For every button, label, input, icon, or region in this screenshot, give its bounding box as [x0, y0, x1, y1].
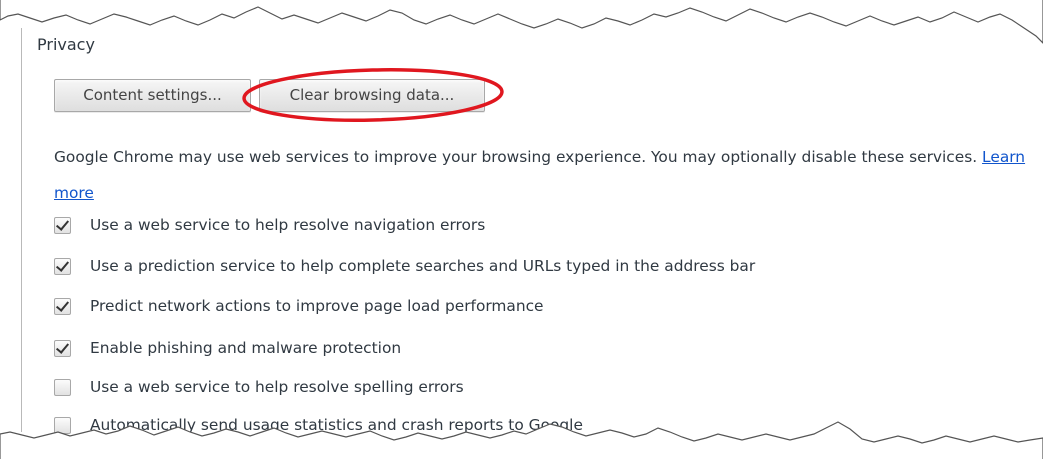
checkbox-prediction-service[interactable]: [54, 257, 71, 275]
option-label: Use a web service to help resolve spelli…: [90, 378, 464, 396]
torn-edge-top: [0, 0, 1043, 44]
option-prediction-service[interactable]: Use a prediction service to help complet…: [54, 255, 755, 277]
option-label: Enable phishing and malware protection: [90, 339, 402, 357]
screenshot-canvas: Privacy Content settings... Clear browsi…: [0, 0, 1043, 459]
option-usage-statistics[interactable]: Automatically send usage statistics and …: [54, 414, 583, 436]
option-navigation-errors[interactable]: Use a web service to help resolve naviga…: [54, 214, 485, 236]
option-predict-network-actions[interactable]: Predict network actions to improve page …: [54, 295, 544, 317]
option-label: Predict network actions to improve page …: [90, 297, 544, 315]
content-settings-button[interactable]: Content settings...: [54, 79, 251, 112]
option-label: Use a web service to help resolve naviga…: [90, 216, 486, 234]
checkbox-usage-statistics[interactable]: [54, 416, 71, 434]
checkbox-navigation-errors[interactable]: [54, 216, 71, 234]
option-phishing-protection[interactable]: Enable phishing and malware protection: [54, 337, 401, 359]
privacy-description-text: Google Chrome may use web services to im…: [54, 148, 978, 166]
option-label: Automatically send usage statistics and …: [90, 416, 583, 434]
option-label: Use a prediction service to help complet…: [90, 257, 756, 275]
clear-browsing-data-button[interactable]: Clear browsing data...: [259, 79, 485, 112]
privacy-description: Google Chrome may use web services to im…: [54, 139, 1039, 211]
checkbox-phishing-protection[interactable]: [54, 339, 71, 357]
checkbox-predict-network-actions[interactable]: [54, 297, 71, 315]
section-left-border: [21, 28, 22, 432]
option-spelling-errors[interactable]: Use a web service to help resolve spelli…: [54, 376, 464, 398]
section-title-privacy: Privacy: [37, 35, 95, 54]
checkbox-spelling-errors[interactable]: [54, 378, 71, 396]
